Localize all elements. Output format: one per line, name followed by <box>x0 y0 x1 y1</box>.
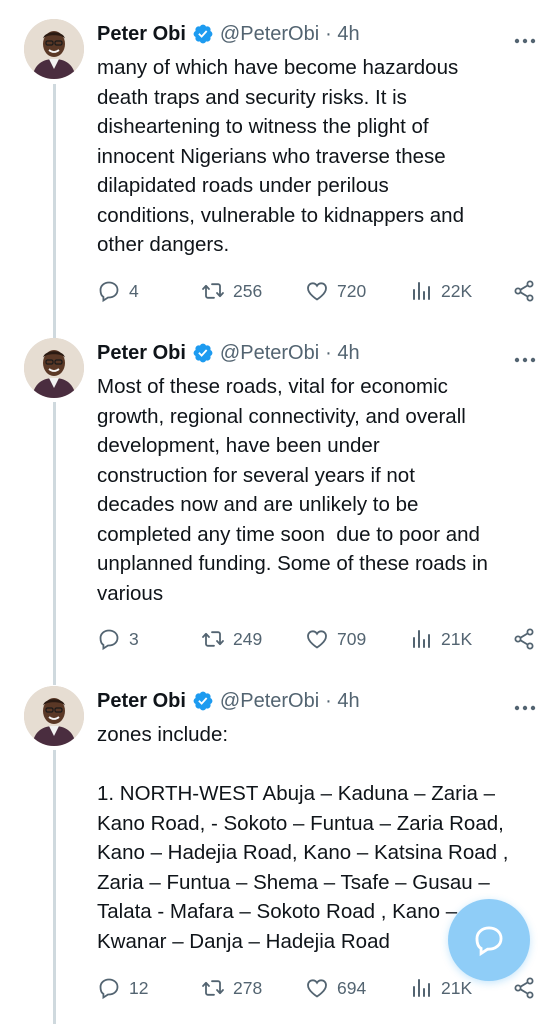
avatar-image <box>24 686 84 746</box>
more-icon[interactable] <box>514 350 536 363</box>
compose-icon <box>475 926 503 957</box>
tweet-text: Most of these roads, vital for economic … <box>97 375 488 605</box>
tweet-actions: 3 249 709 21K <box>97 625 536 653</box>
like-button[interactable]: 720 <box>305 277 366 305</box>
views-button[interactable]: 22K <box>409 277 472 305</box>
more-icon[interactable] <box>514 698 536 711</box>
retweet-icon <box>202 283 224 299</box>
views-icon <box>413 979 430 997</box>
reply-icon <box>99 629 119 651</box>
reply-button[interactable]: 4 <box>97 277 139 305</box>
tweet-time[interactable]: · 4h <box>325 690 359 713</box>
views-icon <box>413 282 430 300</box>
view-count: 21K <box>441 977 473 998</box>
share-icon <box>514 977 534 999</box>
share-icon <box>514 280 534 302</box>
tweet-time[interactable]: · 4h <box>325 23 359 46</box>
author-name[interactable]: Peter Obi <box>97 342 186 365</box>
retweet-button[interactable]: 256 <box>201 277 262 305</box>
tweet-header: Peter Obi @PeterObi · 4h <box>97 686 360 716</box>
tweet-header: Peter Obi @PeterObi · 4h <box>97 19 360 49</box>
views-icon <box>413 630 430 648</box>
share-button[interactable] <box>512 974 536 1002</box>
views-button[interactable]: 21K <box>409 625 472 653</box>
retweet-icon <box>202 980 224 996</box>
reply-button[interactable]: 12 <box>97 974 148 1002</box>
author-name[interactable]: Peter Obi <box>97 690 186 713</box>
like-button[interactable]: 694 <box>305 974 366 1002</box>
retweet-icon <box>202 631 224 647</box>
reply-count: 3 <box>129 628 139 649</box>
author-name[interactable]: Peter Obi <box>97 23 186 46</box>
tweet-actions: 12 278 694 21K <box>97 974 536 1002</box>
share-button[interactable] <box>512 277 536 305</box>
like-button[interactable]: 709 <box>305 625 366 653</box>
compose-button[interactable] <box>448 899 530 981</box>
tweet[interactable]: Peter Obi @PeterObi · 4h Most of these r… <box>0 338 560 678</box>
verified-badge-icon <box>192 342 214 364</box>
tweet-actions: 4 256 720 22K <box>97 277 536 305</box>
reply-count: 4 <box>129 280 139 301</box>
tweet-time[interactable]: · 4h <box>325 342 359 365</box>
share-icon <box>514 628 534 650</box>
retweet-count: 256 <box>233 280 263 301</box>
heart-icon <box>307 282 327 301</box>
verified-badge-icon <box>192 690 214 712</box>
author-handle[interactable]: @PeterObi <box>220 690 319 713</box>
tweet-text: many of which have become hazardous deat… <box>97 56 464 256</box>
view-count: 21K <box>441 628 473 649</box>
author-handle[interactable]: @PeterObi <box>220 23 319 46</box>
retweet-button[interactable]: 278 <box>201 974 262 1002</box>
avatar-image <box>24 338 84 398</box>
like-count: 720 <box>337 280 367 301</box>
reply-icon <box>99 281 119 303</box>
avatar[interactable] <box>24 19 84 79</box>
reply-button[interactable]: 3 <box>97 625 139 653</box>
more-icon[interactable] <box>514 31 536 44</box>
author-handle[interactable]: @PeterObi <box>220 342 319 365</box>
heart-icon <box>307 979 327 998</box>
share-button[interactable] <box>512 625 536 653</box>
retweet-button[interactable]: 249 <box>201 625 262 653</box>
avatar-image <box>24 19 84 79</box>
avatar[interactable] <box>24 338 84 398</box>
retweet-count: 278 <box>233 977 263 998</box>
retweet-count: 249 <box>233 628 263 649</box>
heart-icon <box>307 630 327 649</box>
reply-count: 12 <box>129 977 149 998</box>
tweet-header: Peter Obi @PeterObi · 4h <box>97 338 360 368</box>
reply-icon <box>99 978 119 1000</box>
views-button[interactable]: 21K <box>409 974 472 1002</box>
tweet[interactable]: Peter Obi @PeterObi · 4h many of which h… <box>0 19 560 319</box>
avatar[interactable] <box>24 686 84 746</box>
like-count: 709 <box>337 628 367 649</box>
view-count: 22K <box>441 280 473 301</box>
like-count: 694 <box>337 977 367 998</box>
verified-badge-icon <box>192 23 214 45</box>
